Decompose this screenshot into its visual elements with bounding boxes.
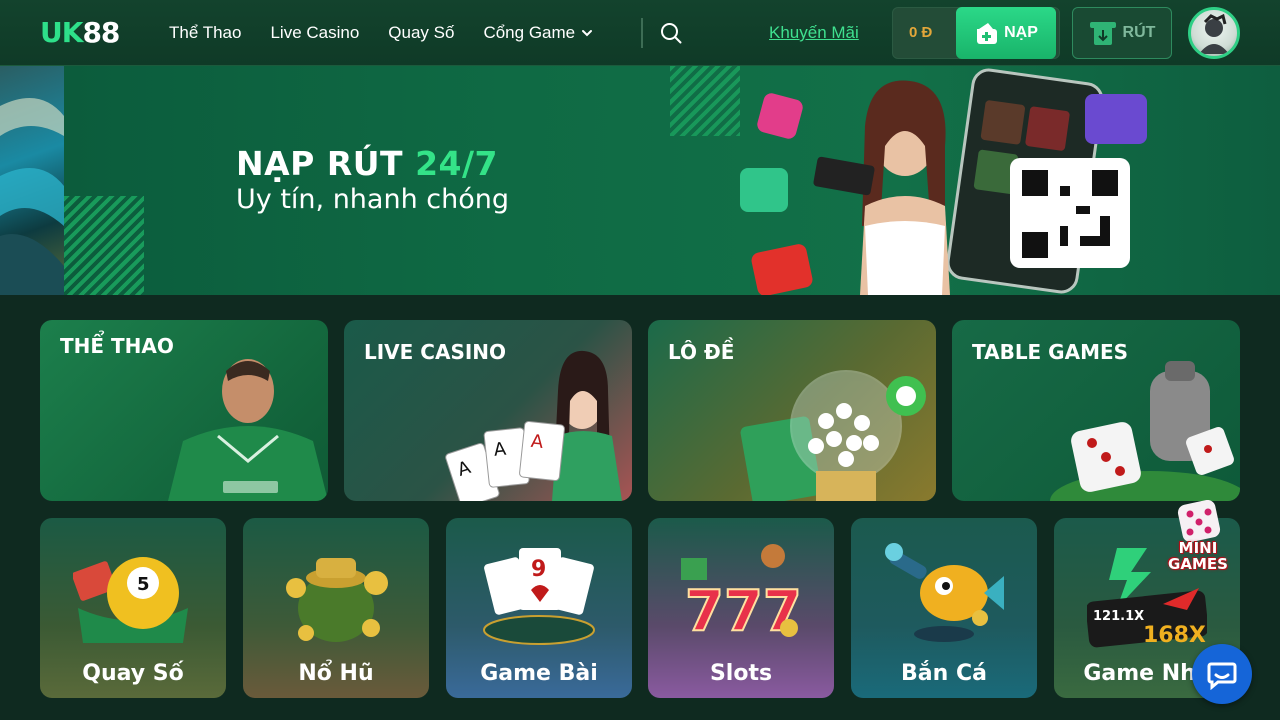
mini-games-button[interactable]: MINI GAMES — [1162, 499, 1234, 576]
nav-item-game-portal[interactable]: Cổng Game — [483, 23, 593, 43]
withdraw-button[interactable]: RÚT — [1072, 7, 1172, 59]
game-tile-label: Slots — [709, 661, 773, 686]
game-tile-fishing[interactable]: Bắn Cá — [851, 518, 1037, 698]
chat-bubble-icon — [1207, 662, 1237, 690]
search-icon[interactable] — [660, 22, 682, 44]
lottery-machine-image — [740, 370, 926, 501]
user-avatar[interactable] — [1188, 7, 1240, 59]
category-lottery[interactable]: LÔ ĐỀ — [648, 320, 936, 501]
top-navbar: UK88 Thể Thao Live Casino Quay Số Cổng G… — [0, 0, 1280, 66]
banner-title-green: 24/7 — [415, 144, 498, 183]
dice-shaker-image — [1050, 361, 1240, 501]
category-title: LÔ ĐỀ — [668, 340, 735, 364]
atm-withdraw-icon — [1089, 22, 1116, 45]
banner-title: NẠP RÚT 24/7 — [236, 144, 498, 183]
fish-cannon-image — [885, 543, 1004, 642]
football-player-image — [168, 359, 328, 501]
deposit-label: NẠP — [1004, 24, 1038, 41]
nav-item-label: Thể Thao — [169, 23, 242, 42]
mini-games-line1: MINI — [1178, 539, 1218, 557]
promotions-link[interactable]: Khuyến Mãi — [769, 23, 859, 43]
nav-item-label: Quay Số — [388, 23, 455, 42]
nav-item-live-casino[interactable]: Live Casino — [270, 23, 359, 43]
logo-part2: 88 — [82, 16, 120, 49]
withdraw-label: RÚT — [1122, 24, 1156, 41]
banner-left-art — [0, 66, 64, 295]
mini-games-line2: GAMES — [1168, 555, 1228, 573]
game-tile-slots[interactable]: 777 Slots — [648, 518, 834, 698]
nav-item-label: Live Casino — [270, 23, 360, 42]
category-table-games[interactable]: TABLE GAMES — [952, 320, 1240, 501]
nav-item-lottery[interactable]: Quay Số — [388, 23, 454, 43]
category-live-casino[interactable]: LIVE CASINO A A A — [344, 320, 632, 501]
game-tile-jackpot[interactable]: Nổ Hũ — [243, 518, 429, 698]
game-tile-label: Nổ Hũ — [298, 661, 374, 686]
game-tile-lottery[interactable]: 5 Quay Số — [40, 518, 226, 698]
svg-text:168X: 168X — [1143, 623, 1206, 648]
nav-item-label: Cổng Game — [483, 23, 576, 42]
game-tile-label: Game Bài — [480, 661, 598, 686]
deposit-button[interactable]: NẠP — [956, 7, 1056, 59]
logo-part1: UK — [40, 16, 83, 49]
banner-title-white: NẠP RÚT — [236, 144, 404, 183]
svg-text:121.1X: 121.1X — [1093, 609, 1144, 624]
chevron-down-icon — [582, 30, 593, 37]
balance-value: 0 Đ — [909, 24, 933, 41]
nav-divider — [641, 18, 643, 48]
wallet-plus-icon — [977, 23, 998, 44]
lottery-ball-image: 5 — [73, 557, 188, 643]
casino-dealer-image: A A A — [445, 350, 622, 501]
mini-games-label: MINI GAMES — [1162, 540, 1234, 572]
uk88-logo[interactable]: UK88 — [40, 16, 120, 49]
game-tile-card-games[interactable]: 9 Game Bài — [446, 518, 632, 698]
game-tile-label: Bắn Cá — [901, 661, 987, 686]
slots-777-image: 777 — [681, 544, 801, 645]
category-sports[interactable]: THỂ THAO — [40, 320, 328, 501]
live-chat-button[interactable] — [1192, 644, 1252, 704]
banner-hero-image — [740, 68, 1147, 295]
jackpot-pot-image — [286, 558, 388, 642]
avatar-image — [1199, 13, 1229, 54]
playing-cards-image: 9 — [483, 548, 595, 645]
svg-text:9: 9 — [531, 557, 546, 582]
feather-art — [0, 98, 64, 295]
svg-text:5: 5 — [137, 574, 150, 595]
banner-subtitle: Uy tín, nhanh chóng — [236, 184, 509, 215]
banner-stripe-decoration — [64, 196, 144, 295]
nav-item-sports[interactable]: Thể Thao — [169, 23, 241, 43]
game-tile-label: Quay Số — [82, 661, 184, 686]
promo-banner[interactable]: NẠP RÚT 24/7 Uy tín, nhanh chóng — [0, 66, 1280, 295]
main-nav: Thể Thao Live Casino Quay Số Cổng Game — [169, 0, 622, 66]
